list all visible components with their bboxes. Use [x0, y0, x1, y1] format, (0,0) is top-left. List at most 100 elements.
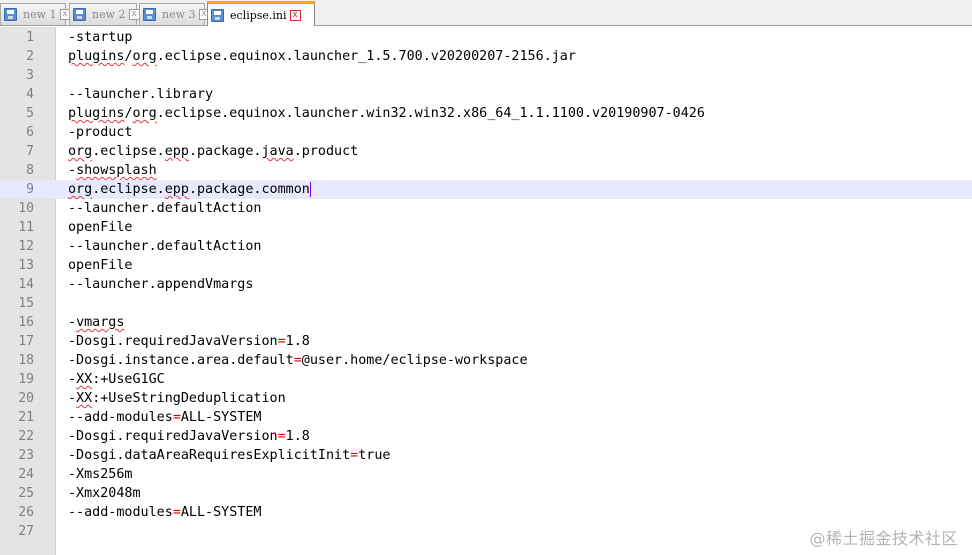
line-number: 10 [18, 201, 34, 216]
operator: = [350, 448, 359, 463]
line-number: 24 [18, 467, 34, 482]
line-text: plugins/org.eclipse.equinox.launcher_1.5… [68, 49, 576, 64]
line-text: -showsplash [68, 163, 157, 178]
code-line[interactable]: 22 -Dosgi.requiredJavaVersion=1.8 [0, 427, 972, 446]
code-line[interactable]: 18 -Dosgi.instance.area.default=@user.hom… [0, 351, 972, 370]
tab-label: new 2 [92, 8, 126, 21]
current-line[interactable]: 9 org.eclipse.epp.package.common [0, 180, 972, 199]
code-line[interactable]: 11 openFile [0, 218, 972, 237]
line-number: 6 [26, 125, 34, 140]
line-number: 3 [26, 68, 34, 83]
line-text: --add-modules=ALL-SYSTEM [68, 505, 262, 520]
line-text: openFile [68, 258, 133, 273]
line-text: -vmargs [68, 315, 125, 330]
code-line[interactable]: 4 --launcher.library [0, 85, 972, 104]
line-text: -Dosgi.dataAreaRequiresExplicitInit=true [68, 448, 391, 463]
line-number: 16 [18, 315, 34, 330]
line-number: 8 [26, 163, 34, 178]
save-disk-icon [73, 8, 86, 21]
code-line[interactable]: 3 [0, 66, 972, 85]
save-disk-icon [211, 8, 224, 22]
line-text: -Dosgi.requiredJavaVersion=1.8 [68, 334, 310, 349]
code-line[interactable]: 14 --launcher.appendVmargs [0, 275, 972, 294]
line-number: 22 [18, 429, 34, 444]
code-line[interactable]: 10 --launcher.defaultAction [0, 199, 972, 218]
line-text: --launcher.defaultAction [68, 201, 262, 216]
code-line[interactable]: 1 -startup [0, 28, 972, 47]
line-text: -product [68, 125, 133, 140]
line-text: -Xmx2048m [68, 486, 141, 501]
line-number: 4 [26, 87, 34, 102]
line-number: 2 [26, 49, 34, 64]
line-number: 18 [18, 353, 34, 368]
code-line[interactable]: 6 -product [0, 123, 972, 142]
line-text: --launcher.defaultAction [68, 239, 262, 254]
operator: = [277, 334, 286, 349]
tab-label: new 1 [23, 8, 57, 21]
line-number: 14 [18, 277, 34, 292]
tab-new-2[interactable]: new 2 x [69, 3, 140, 25]
line-number: 11 [18, 220, 34, 235]
line-text: org.eclipse.epp.package.java.product [68, 144, 359, 159]
tab-new-1[interactable]: new 1 x [0, 3, 71, 25]
save-disk-icon [143, 8, 156, 21]
line-text: --launcher.appendVmargs [68, 277, 254, 292]
line-number: 9 [26, 182, 34, 197]
line-number: 21 [18, 410, 34, 425]
line-number: 23 [18, 448, 34, 463]
line-number: 19 [18, 372, 34, 387]
code-line[interactable]: 16 -vmargs [0, 313, 972, 332]
operator: = [172, 505, 181, 520]
operator: = [277, 429, 286, 444]
line-number: 20 [18, 391, 34, 406]
close-icon[interactable]: x [289, 9, 301, 21]
line-text: openFile [68, 220, 133, 235]
code-line[interactable]: 17 -Dosgi.requiredJavaVersion=1.8 [0, 332, 972, 351]
line-text: --add-modules=ALL-SYSTEM [68, 410, 262, 425]
line-text: -startup [68, 30, 133, 45]
line-number: 26 [18, 505, 34, 520]
line-text: org.eclipse.epp.package.common [68, 182, 310, 197]
text-editor[interactable]: 1 -startup 2 plugins/org.eclipse.equinox.la… [0, 27, 972, 555]
tab-eclipse-ini[interactable]: eclipse.ini x [207, 1, 315, 26]
watermark: @稀土掘金技术社区 [809, 529, 958, 548]
line-text: -XX:+UseG1GC [68, 372, 165, 387]
line-number: 17 [18, 334, 34, 349]
code-line[interactable]: 2 plugins/org.eclipse.equinox.launcher_1.… [0, 47, 972, 66]
line-text: --launcher.library [68, 87, 214, 102]
tab-new-3[interactable]: new 3 x [139, 3, 210, 25]
line-text: -Dosgi.instance.area.default=@user.home/… [68, 353, 528, 368]
line-text: -Xms256m [68, 467, 133, 482]
code-line[interactable]: 13 openFile [0, 256, 972, 275]
tab-label: new 3 [162, 8, 196, 21]
line-number: 15 [18, 296, 34, 311]
code-line[interactable]: 23 -Dosgi.dataAreaRequiresExplicitInit=tr… [0, 446, 972, 465]
line-number: 13 [18, 258, 34, 273]
code-line[interactable]: 19 -XX:+UseG1GC [0, 370, 972, 389]
text-cursor [310, 182, 311, 197]
code-line[interactable]: 25 -Xmx2048m [0, 484, 972, 503]
line-number: 27 [18, 524, 34, 539]
line-number: 12 [18, 239, 34, 254]
line-number: 1 [26, 30, 34, 45]
code-line[interactable]: 26 --add-modules=ALL-SYSTEM [0, 503, 972, 522]
code-line[interactable]: 5 plugins/org.eclipse.equinox.launcher.wi… [0, 104, 972, 123]
operator: = [172, 410, 181, 425]
line-number: 7 [26, 144, 34, 159]
tab-bar: new 1 x new 2 x new 3 x eclipse.ini x [0, 0, 972, 26]
save-disk-icon [4, 8, 17, 21]
line-text: -Dosgi.requiredJavaVersion=1.8 [68, 429, 310, 444]
code-line[interactable]: 20 -XX:+UseStringDeduplication [0, 389, 972, 408]
line-text: -XX:+UseStringDeduplication [68, 391, 286, 406]
tab-label: eclipse.ini [230, 8, 287, 22]
close-icon[interactable]: x [128, 9, 140, 20]
line-number: 25 [18, 486, 34, 501]
code-line[interactable]: 8 -showsplash [0, 161, 972, 180]
code-line[interactable]: 24 -Xms256m [0, 465, 972, 484]
line-text: plugins/org.eclipse.equinox.launcher.win… [68, 106, 705, 121]
code-line[interactable]: 12 --launcher.defaultAction [0, 237, 972, 256]
code-line[interactable]: 7 org.eclipse.epp.package.java.product [0, 142, 972, 161]
code-line[interactable]: 21 --add-modules=ALL-SYSTEM [0, 408, 972, 427]
code-line[interactable]: 15 [0, 294, 972, 313]
operator: = [293, 353, 302, 368]
